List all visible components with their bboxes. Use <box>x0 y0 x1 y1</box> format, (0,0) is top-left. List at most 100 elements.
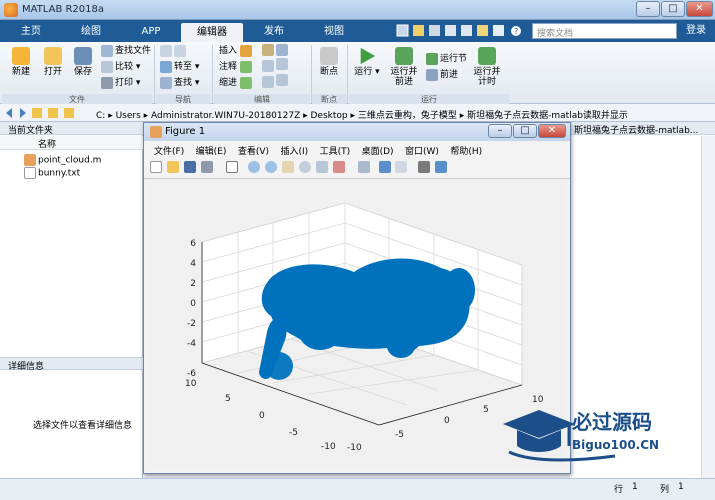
pan-icon[interactable] <box>282 161 295 173</box>
menu-view[interactable]: 查看(V) <box>238 147 269 157</box>
new-label: 新建 <box>11 67 30 77</box>
breadcrumb-item[interactable]: Users <box>116 111 141 121</box>
group-label-breakpoints: 断点 <box>312 94 346 104</box>
print-figure-icon[interactable] <box>200 161 213 173</box>
menu-file[interactable]: 文件(F) <box>154 147 184 157</box>
new-button[interactable]: 新建 <box>6 47 36 77</box>
editor-tab[interactable]: 斯坦福兔子点云数据-matlab... <box>570 122 715 135</box>
breadcrumb-item[interactable]: Administrator.WIN7U-20180127Z <box>151 111 300 121</box>
tab-publish[interactable]: 发布 <box>246 22 302 41</box>
link-plot-icon[interactable] <box>357 161 370 173</box>
run-advance-label: 运行并 前进 <box>390 67 418 87</box>
show-tools-icon[interactable] <box>435 161 448 173</box>
login-button[interactable]: 登录 <box>680 23 712 39</box>
z-tick-label: 6 <box>190 239 196 249</box>
menu-insert[interactable]: 插入(I) <box>280 147 308 157</box>
tab-home[interactable]: 主页 <box>8 22 54 41</box>
tab-plots[interactable]: 绘图 <box>62 22 120 41</box>
svg-text:?: ? <box>514 27 518 36</box>
hide-tools-icon[interactable] <box>418 161 431 173</box>
minimize-button[interactable]: – <box>636 1 660 17</box>
print-button[interactable]: 打印 ▾ <box>101 76 140 91</box>
figure-minimize-button[interactable]: – <box>488 124 512 138</box>
zoom-out-icon[interactable] <box>265 161 278 173</box>
search-input[interactable]: 搜索文档 <box>532 23 677 39</box>
breadcrumb[interactable]: C: ▸ Users ▸ Administrator.WIN7U-2018012… <box>96 108 628 121</box>
group-label-file: 文件 <box>2 94 152 104</box>
brush-icon[interactable] <box>332 161 345 173</box>
figure-toolbar-buttons[interactable] <box>150 161 449 173</box>
indent-left-icon <box>262 76 274 88</box>
zoom-in-icon[interactable] <box>248 161 261 173</box>
run-section-button[interactable]: 运行节 <box>426 52 467 67</box>
group-label-run: 运行 <box>349 94 509 104</box>
watermark-url: Biguo100.CN <box>572 438 660 452</box>
data-cursor-icon[interactable] <box>315 161 328 173</box>
run-label: 运行 <box>354 67 373 77</box>
menu-tools[interactable]: 工具(T) <box>320 147 351 157</box>
save-label: 保存 <box>73 67 92 77</box>
indent-button[interactable]: 缩进 <box>219 76 254 91</box>
open-button[interactable]: 打开 <box>38 47 68 77</box>
pointer-icon[interactable] <box>225 161 238 173</box>
back-forward-buttons[interactable] <box>160 44 188 59</box>
format-tools[interactable] <box>262 44 306 90</box>
x-tick-label: -5 <box>289 428 298 438</box>
goto-icon <box>160 60 172 73</box>
run-and-advance-button[interactable]: 运行并 前进 <box>388 47 420 87</box>
menu-desktop[interactable]: 桌面(D) <box>362 147 394 157</box>
breadcrumb-item[interactable]: Desktop <box>311 111 348 121</box>
breadcrumb-item[interactable]: C: <box>96 111 105 121</box>
list-item[interactable]: bunny.txt <box>24 167 80 179</box>
maximize-button[interactable]: □ <box>661 1 685 17</box>
rotate-icon[interactable] <box>299 161 311 173</box>
comment-button[interactable]: 注释 <box>219 60 254 75</box>
x-tick-label: 0 <box>259 411 265 421</box>
search-icon <box>160 76 172 89</box>
y-tick-label: -10 <box>347 443 362 453</box>
open-label: 打开 <box>43 67 62 77</box>
save-figure-icon[interactable] <box>183 161 196 173</box>
x-tick-label: -10 <box>321 442 336 452</box>
run-and-time-button[interactable]: 运行并 计时 <box>470 47 504 87</box>
run-button[interactable]: 运行 ▾ <box>352 47 382 77</box>
menu-window[interactable]: 窗口(W) <box>405 147 439 157</box>
insert-button[interactable]: 插入 <box>219 44 254 59</box>
x-tick-label: 10 <box>185 379 197 389</box>
find-button[interactable]: 查找 ▾ <box>160 76 199 91</box>
advance-button[interactable]: 前进 <box>426 68 458 83</box>
close-button[interactable]: ✕ <box>686 1 713 17</box>
goto-button[interactable]: 转至 ▾ <box>160 60 199 75</box>
back-icon <box>160 44 172 57</box>
goto-label: 转至 <box>174 62 193 72</box>
compare-button[interactable]: 比较 ▾ <box>101 60 140 75</box>
indent-right-icon <box>276 74 288 86</box>
menu-help[interactable]: 帮助(H) <box>450 147 482 157</box>
figure-maximize-button[interactable]: □ <box>513 124 537 138</box>
uncomment-icon <box>276 58 288 70</box>
run-time-label: 运行并 计时 <box>473 67 501 87</box>
breakpoints-button[interactable]: 断点 <box>314 47 344 77</box>
name-column-header[interactable]: 名称 <box>0 136 143 150</box>
tab-view[interactable]: 视图 <box>306 22 362 41</box>
breadcrumb-item[interactable]: 三维点云重构，兔子模型 <box>358 111 457 121</box>
open-figure-icon[interactable] <box>166 161 179 173</box>
quick-access-toolbar[interactable]: ? <box>395 22 530 40</box>
tab-apps[interactable]: APP <box>122 22 180 41</box>
colorbar-icon[interactable] <box>378 161 391 173</box>
z-tick-label: 0 <box>190 299 196 309</box>
figure-close-button[interactable]: ✕ <box>538 124 566 138</box>
legend-icon[interactable] <box>395 161 408 173</box>
breadcrumb-item[interactable]: 斯坦福兔子点云数据-matlab读取并显示 <box>467 111 628 121</box>
find-files-button[interactable]: 查找文件 <box>101 44 151 59</box>
list-item[interactable]: point_cloud.m <box>24 154 101 166</box>
insert-label: 插入 <box>219 46 238 56</box>
save-button[interactable]: 保存 <box>68 47 98 77</box>
tab-editor[interactable]: 编辑器 <box>181 23 243 42</box>
new-figure-icon[interactable] <box>150 161 162 173</box>
find-label: 查找 <box>174 78 193 88</box>
ribbon-divider <box>212 45 213 103</box>
navigation-buttons[interactable] <box>4 106 94 120</box>
print-label: 打印 <box>115 78 134 88</box>
menu-edit[interactable]: 编辑(E) <box>196 147 227 157</box>
